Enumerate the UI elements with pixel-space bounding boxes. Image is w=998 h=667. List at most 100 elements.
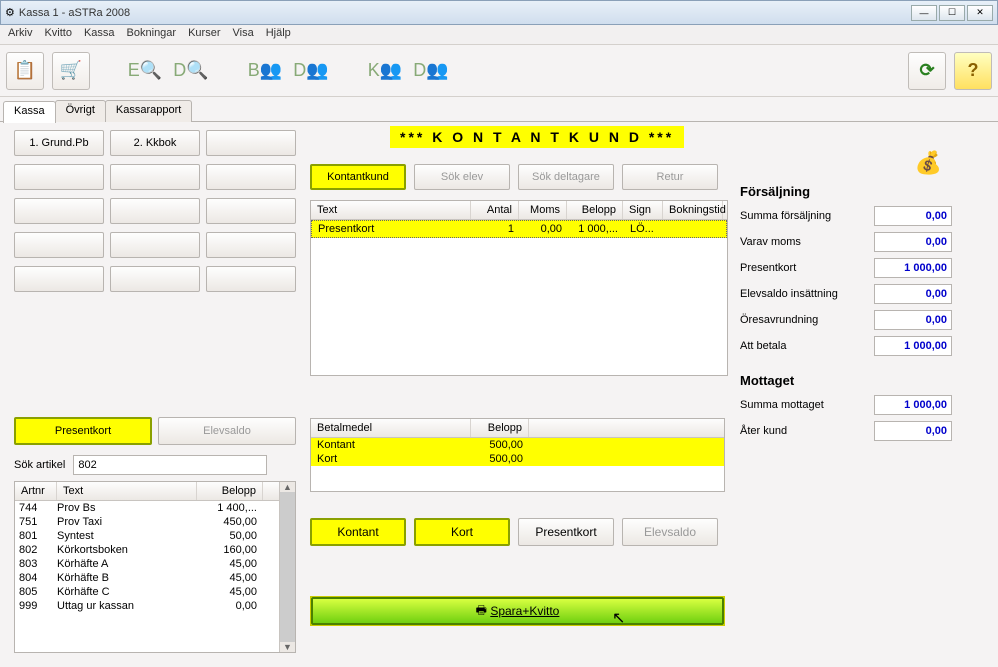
sum-label: Presentkort — [740, 262, 874, 274]
sales-title: Försäljning — [740, 184, 982, 199]
art-hd-text: Text — [57, 482, 197, 500]
cart-row[interactable]: Presentkort 1 0,00 1 000,... LÖ... — [311, 220, 727, 238]
sum-value: 0,00 — [874, 232, 952, 252]
speed-btn-empty[interactable] — [110, 198, 200, 224]
maximize-button[interactable]: ☐ — [939, 5, 965, 21]
tool-kd-icon[interactable]: K👥 — [366, 52, 404, 90]
spara-kvitto-button[interactable]: 🖶 Spara+Kvitto — [311, 597, 724, 625]
speed-btn-empty[interactable] — [206, 130, 296, 156]
speed-btn-empty[interactable] — [206, 232, 296, 258]
speed-btn-empty[interactable] — [14, 164, 104, 190]
save-button-label: Spara+Kvitto — [490, 604, 559, 618]
toolbar: 📋 🛒 E🔍 D🔍 B👥 D👥 K👥 D👥 ⟳ ? — [0, 45, 998, 97]
tool-d-icon[interactable]: D🔍 — [172, 52, 210, 90]
menubar: Arkiv Kvitto Kassa Bokningar Kurser Visa… — [0, 25, 998, 45]
speed-btn-empty[interactable] — [110, 232, 200, 258]
tool-refresh-icon[interactable]: ⟳ — [908, 52, 946, 90]
sum-value: 1 000,00 — [874, 395, 952, 415]
payment-row[interactable]: Kontant500,00 — [311, 438, 724, 452]
menu-kurser[interactable]: Kurser — [188, 27, 220, 42]
art-hd-belopp: Belopp — [197, 482, 263, 500]
titlebar: ⚙ Kassa 1 - aSTRa 2008 — ☐ ✕ — [0, 0, 998, 25]
kontant-button[interactable]: Kontant — [310, 518, 406, 546]
cart-hd-text: Text — [311, 201, 471, 219]
menu-visa[interactable]: Visa — [233, 27, 254, 42]
payment-row[interactable]: Kort500,00 — [311, 452, 724, 466]
sum-value: 0,00 — [874, 421, 952, 441]
speed-btn-empty[interactable] — [110, 164, 200, 190]
received-title: Mottaget — [740, 373, 982, 388]
article-row[interactable]: 744Prov Bs1 400,... — [15, 501, 279, 515]
sum-label: Varav moms — [740, 236, 874, 248]
speed-btn-empty[interactable] — [206, 198, 296, 224]
speed-btn-grundpb[interactable]: 1. Grund.Pb — [14, 130, 104, 156]
tool-de-icon[interactable]: D👥 — [292, 52, 330, 90]
presentkort-pay-button[interactable]: Presentkort — [518, 518, 614, 546]
tool-be-icon[interactable]: B👥 — [246, 52, 284, 90]
kontantkund-button[interactable]: Kontantkund — [310, 164, 406, 190]
scrollbar[interactable]: ▲▼ — [279, 482, 295, 652]
sum-value: 1 000,00 — [874, 258, 952, 278]
cart-hd-belopp: Belopp — [567, 201, 623, 219]
speed-btn-empty[interactable] — [206, 164, 296, 190]
sokelev-button[interactable]: Sök elev — [414, 164, 510, 190]
menu-kassa[interactable]: Kassa — [84, 27, 115, 42]
cart-hd-bokningstid: Bokningstid — [663, 201, 723, 219]
tool-e-icon[interactable]: E🔍 — [126, 52, 164, 90]
article-row[interactable]: 751Prov Taxi450,00 — [15, 515, 279, 529]
sok-artikel-label: Sök artikel — [14, 459, 65, 471]
tab-kassa[interactable]: Kassa — [3, 101, 56, 123]
payment-grid[interactable]: Betalmedel Belopp Kontant500,00Kort500,0… — [310, 418, 725, 492]
menu-arkiv[interactable]: Arkiv — [8, 27, 32, 42]
retur-button[interactable]: Retur — [622, 164, 718, 190]
tab-kassarapport[interactable]: Kassarapport — [105, 100, 192, 122]
sokdeltagare-button[interactable]: Sök deltagare — [518, 164, 614, 190]
tab-ovrigt[interactable]: Övrigt — [55, 100, 106, 122]
sum-label: Att betala — [740, 340, 874, 352]
tool-cart-icon[interactable]: 🛒 — [52, 52, 90, 90]
menu-hjalp[interactable]: Hjälp — [266, 27, 291, 42]
sum-label: Summa försäljning — [740, 210, 874, 222]
cart-hd-antal: Antal — [471, 201, 519, 219]
minimize-button[interactable]: — — [911, 5, 937, 21]
elevsaldo-pay-button[interactable]: Elevsaldo — [622, 518, 718, 546]
speed-btn-empty[interactable] — [14, 266, 104, 292]
window-title: Kassa 1 - aSTRa 2008 — [19, 7, 130, 19]
speed-btn-kkbok[interactable]: 2. Kkbok — [110, 130, 200, 156]
sum-value: 0,00 — [874, 310, 952, 330]
sum-label: Åter kund — [740, 425, 874, 437]
elevsaldo-button[interactable]: Elevsaldo — [158, 417, 296, 445]
art-hd-artnr: Artnr — [15, 482, 57, 500]
printer-icon: 🖶 — [476, 601, 487, 622]
presentkort-button[interactable]: Presentkort — [14, 417, 152, 445]
sum-label: Öresavrundning — [740, 314, 874, 326]
tool-dd-icon[interactable]: D👥 — [412, 52, 450, 90]
menu-bokningar[interactable]: Bokningar — [127, 27, 177, 42]
tool-receipt-icon[interactable]: 📋 — [6, 52, 44, 90]
speed-btn-empty[interactable] — [110, 266, 200, 292]
article-list[interactable]: Artnr Text Belopp 744Prov Bs1 400,...751… — [14, 481, 296, 653]
article-row[interactable]: 804Körhäfte B45,00 — [15, 571, 279, 585]
sum-label: Elevsaldo insättning — [740, 288, 874, 300]
speed-btn-empty[interactable] — [206, 266, 296, 292]
article-row[interactable]: 805Körhäfte C45,00 — [15, 585, 279, 599]
article-row[interactable]: 801Syntest50,00 — [15, 529, 279, 543]
article-row[interactable]: 803Körhäfte A45,00 — [15, 557, 279, 571]
close-button[interactable]: ✕ — [967, 5, 993, 21]
sum-value: 1 000,00 — [874, 336, 952, 356]
cart-hd-sign: Sign — [623, 201, 663, 219]
article-row[interactable]: 802Körkortsboken160,00 — [15, 543, 279, 557]
sum-value: 0,00 — [874, 206, 952, 226]
article-row[interactable]: 999Uttag ur kassan0,00 — [15, 599, 279, 613]
menu-kvitto[interactable]: Kvitto — [44, 27, 72, 42]
cart-hd-moms: Moms — [519, 201, 567, 219]
tool-help-icon[interactable]: ? — [954, 52, 992, 90]
tabstrip: Kassa Övrigt Kassarapport — [3, 100, 998, 122]
sok-artikel-input[interactable] — [73, 455, 267, 475]
pay-hd-belopp: Belopp — [471, 419, 529, 437]
cart-grid[interactable]: Text Antal Moms Belopp Sign Bokningstid … — [310, 200, 728, 376]
kort-button[interactable]: Kort — [414, 518, 510, 546]
speed-btn-empty[interactable] — [14, 232, 104, 258]
speed-btn-empty[interactable] — [14, 198, 104, 224]
coins-icon: 💰 — [740, 150, 982, 176]
